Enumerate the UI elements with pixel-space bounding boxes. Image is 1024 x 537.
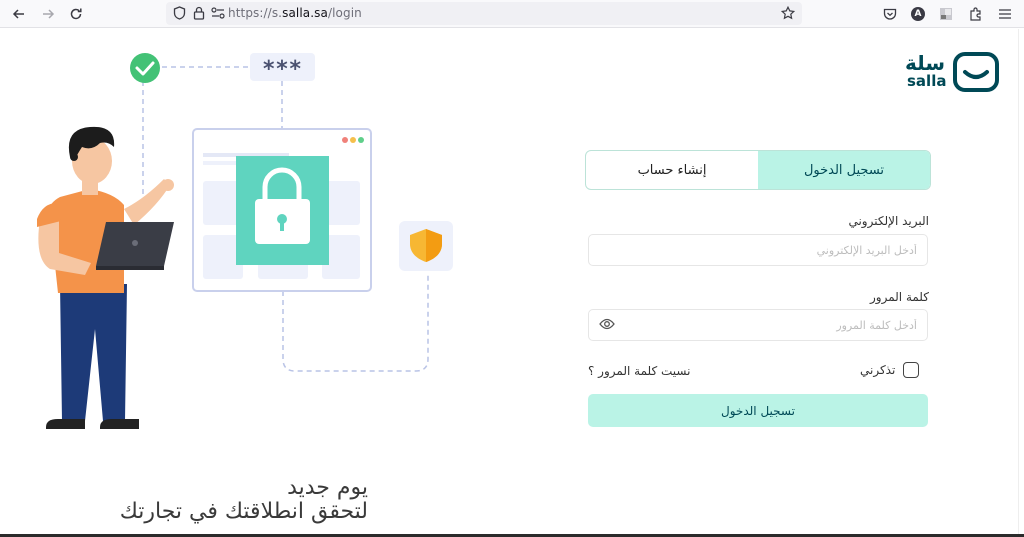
password-field[interactable] bbox=[588, 309, 928, 341]
menu-button[interactable] bbox=[995, 4, 1015, 24]
tagline-line2: لتحقق انطلاقتك في تجارتك bbox=[119, 499, 368, 524]
lock-icon[interactable] bbox=[191, 5, 207, 21]
pocket-button[interactable] bbox=[880, 4, 900, 24]
remember-me-checkbox[interactable] bbox=[903, 362, 920, 378]
page-edge bbox=[1018, 29, 1024, 537]
account-avatar: A bbox=[911, 7, 925, 21]
password-mask-text: *** bbox=[262, 57, 302, 82]
permissions-icon[interactable] bbox=[210, 5, 226, 21]
forward-button[interactable] bbox=[38, 4, 58, 24]
padlock-icon bbox=[236, 156, 329, 265]
check-circle-icon bbox=[130, 53, 160, 83]
salla-logo[interactable]: سلة salla bbox=[905, 51, 1001, 93]
forgot-password-link[interactable]: نسيت كلمة المرور ؟ bbox=[588, 364, 690, 378]
pocket-icon bbox=[883, 8, 897, 20]
reload-icon bbox=[70, 8, 82, 20]
login-submit-button[interactable]: تسجيل الدخول bbox=[588, 394, 928, 427]
arrow-right-icon bbox=[43, 9, 55, 19]
url-domain: salla.sa bbox=[282, 6, 328, 20]
remember-me[interactable]: تذكرني bbox=[860, 362, 920, 378]
shield-badge-icon bbox=[399, 221, 453, 271]
shield-icon[interactable] bbox=[171, 5, 187, 21]
show-password-eye-icon[interactable] bbox=[599, 318, 615, 330]
tab-register[interactable]: إنشاء حساب bbox=[586, 151, 758, 189]
address-bar[interactable]: https://s.salla.sa/login bbox=[166, 2, 802, 25]
security-illustration: *** bbox=[37, 53, 453, 429]
extensions-button[interactable] bbox=[966, 4, 986, 24]
bookmark-star-icon[interactable] bbox=[780, 5, 796, 21]
url-text: https://s.salla.sa/login bbox=[228, 6, 362, 20]
back-button[interactable] bbox=[9, 4, 29, 24]
password-label: كلمة المرور bbox=[869, 290, 929, 304]
logo-bag-icon bbox=[953, 52, 999, 92]
tagline-line1: يوم جديد bbox=[287, 475, 368, 500]
person-with-laptop bbox=[37, 126, 174, 429]
url-prefix: https://s. bbox=[228, 6, 283, 20]
email-label: البريد الإلكتروني bbox=[848, 214, 929, 228]
login-illustration: *** يوم جديد لتحقق انطلاقتك في تجارتك bbox=[0, 29, 510, 537]
url-path: /login bbox=[327, 6, 362, 20]
account-button[interactable]: A bbox=[908, 4, 928, 24]
reload-button[interactable] bbox=[66, 4, 86, 24]
extension-button[interactable] bbox=[936, 4, 956, 24]
browser-toolbar: https://s.salla.sa/login A bbox=[0, 0, 1024, 28]
extension-image-icon bbox=[940, 8, 952, 20]
auth-tabs: إنشاء حساب تسجيل الدخول bbox=[585, 150, 931, 190]
logo-english-text: salla bbox=[907, 72, 947, 90]
tab-login[interactable]: تسجيل الدخول bbox=[758, 151, 930, 189]
email-field[interactable] bbox=[588, 234, 928, 266]
remember-me-label: تذكرني bbox=[860, 363, 896, 377]
password-mask-box: *** bbox=[250, 53, 315, 82]
arrow-left-icon bbox=[12, 9, 24, 19]
hamburger-icon bbox=[999, 9, 1011, 19]
puzzle-icon bbox=[970, 7, 981, 21]
